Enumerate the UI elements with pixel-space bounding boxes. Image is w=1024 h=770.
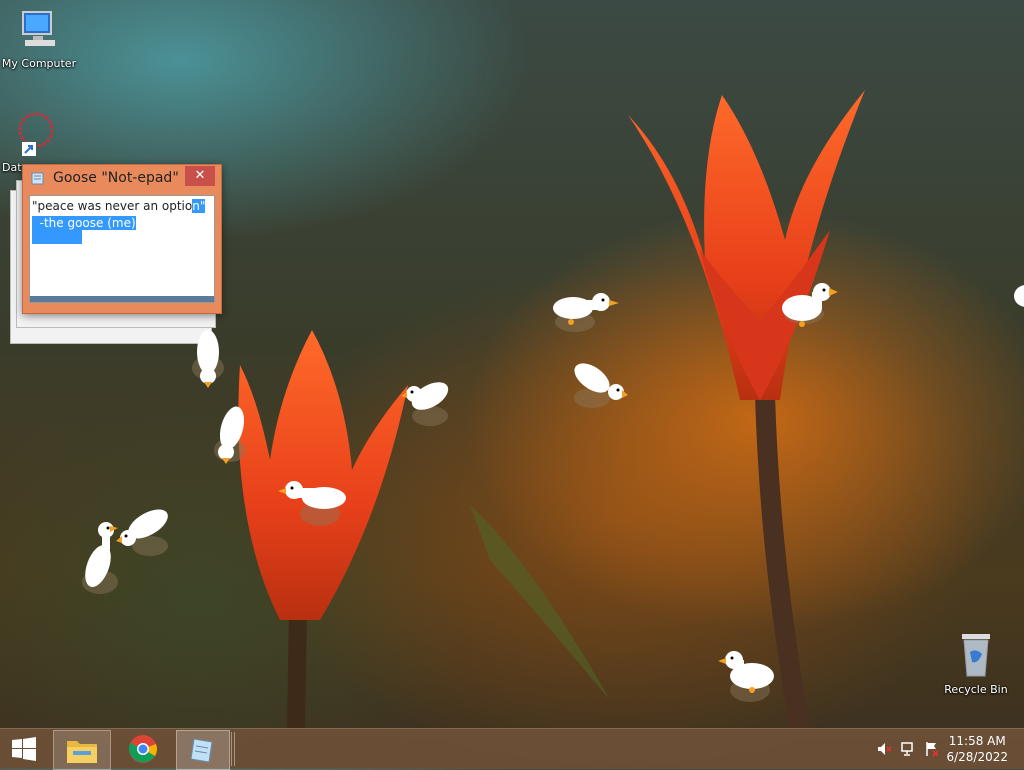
clock[interactable]: 11:58 AM 6/28/2022 xyxy=(946,733,1008,765)
wallpaper-tulips xyxy=(238,90,865,728)
taskbar-separator xyxy=(230,730,236,768)
text-selected: n" xyxy=(192,199,206,213)
clock-date: 6/28/2022 xyxy=(946,750,1008,764)
system-tray: 11:58 AM 6/28/2022 xyxy=(864,729,1024,769)
window-title: Goose "Not-epad" xyxy=(53,170,179,186)
taskbar: 11:58 AM 6/28/2022 xyxy=(0,728,1024,770)
notepad-icon xyxy=(31,172,44,185)
windows-logo-icon xyxy=(12,737,36,761)
clock-time: 11:58 AM xyxy=(948,734,1006,748)
desktop-icon-label: Recycle Bin xyxy=(944,683,1008,696)
recycle-bin-icon xyxy=(962,634,990,677)
text-line-2: -the goose (me) xyxy=(32,216,136,230)
network-icon[interactable] xyxy=(900,741,916,757)
shortcut-icon xyxy=(18,112,54,156)
notepad-text-area[interactable]: "peace was never an option" -the goose (… xyxy=(29,195,215,303)
desktop-icon-recycle-bin[interactable]: Recycle Bin xyxy=(940,630,1012,696)
taskbar-app-notepad[interactable] xyxy=(176,730,230,770)
notepad-icon xyxy=(190,738,213,763)
action-center-flag-icon[interactable] xyxy=(924,741,940,757)
text-plain: "peace was never an optio xyxy=(32,199,193,213)
taskbar-app-file-explorer[interactable] xyxy=(53,730,111,770)
chrome-icon xyxy=(128,735,157,763)
desktop-icon-label: My Computer xyxy=(1,57,77,70)
text-line-1: "peace was never an option" xyxy=(32,199,206,213)
horizontal-scrollbar[interactable] xyxy=(30,296,214,302)
close-button[interactable]: ✕ xyxy=(185,166,215,186)
notepad-window[interactable]: Goose "Not-epad" ✕ "peace was never an o… xyxy=(22,164,222,314)
start-button[interactable] xyxy=(0,730,48,768)
desktop-icon-my-computer[interactable]: My Computer xyxy=(0,8,78,70)
computer-icon xyxy=(22,11,55,46)
folder-icon xyxy=(67,741,97,763)
volume-muted-icon[interactable] xyxy=(876,741,892,757)
taskbar-app-chrome[interactable] xyxy=(116,730,170,768)
selection-highlight xyxy=(32,230,82,244)
